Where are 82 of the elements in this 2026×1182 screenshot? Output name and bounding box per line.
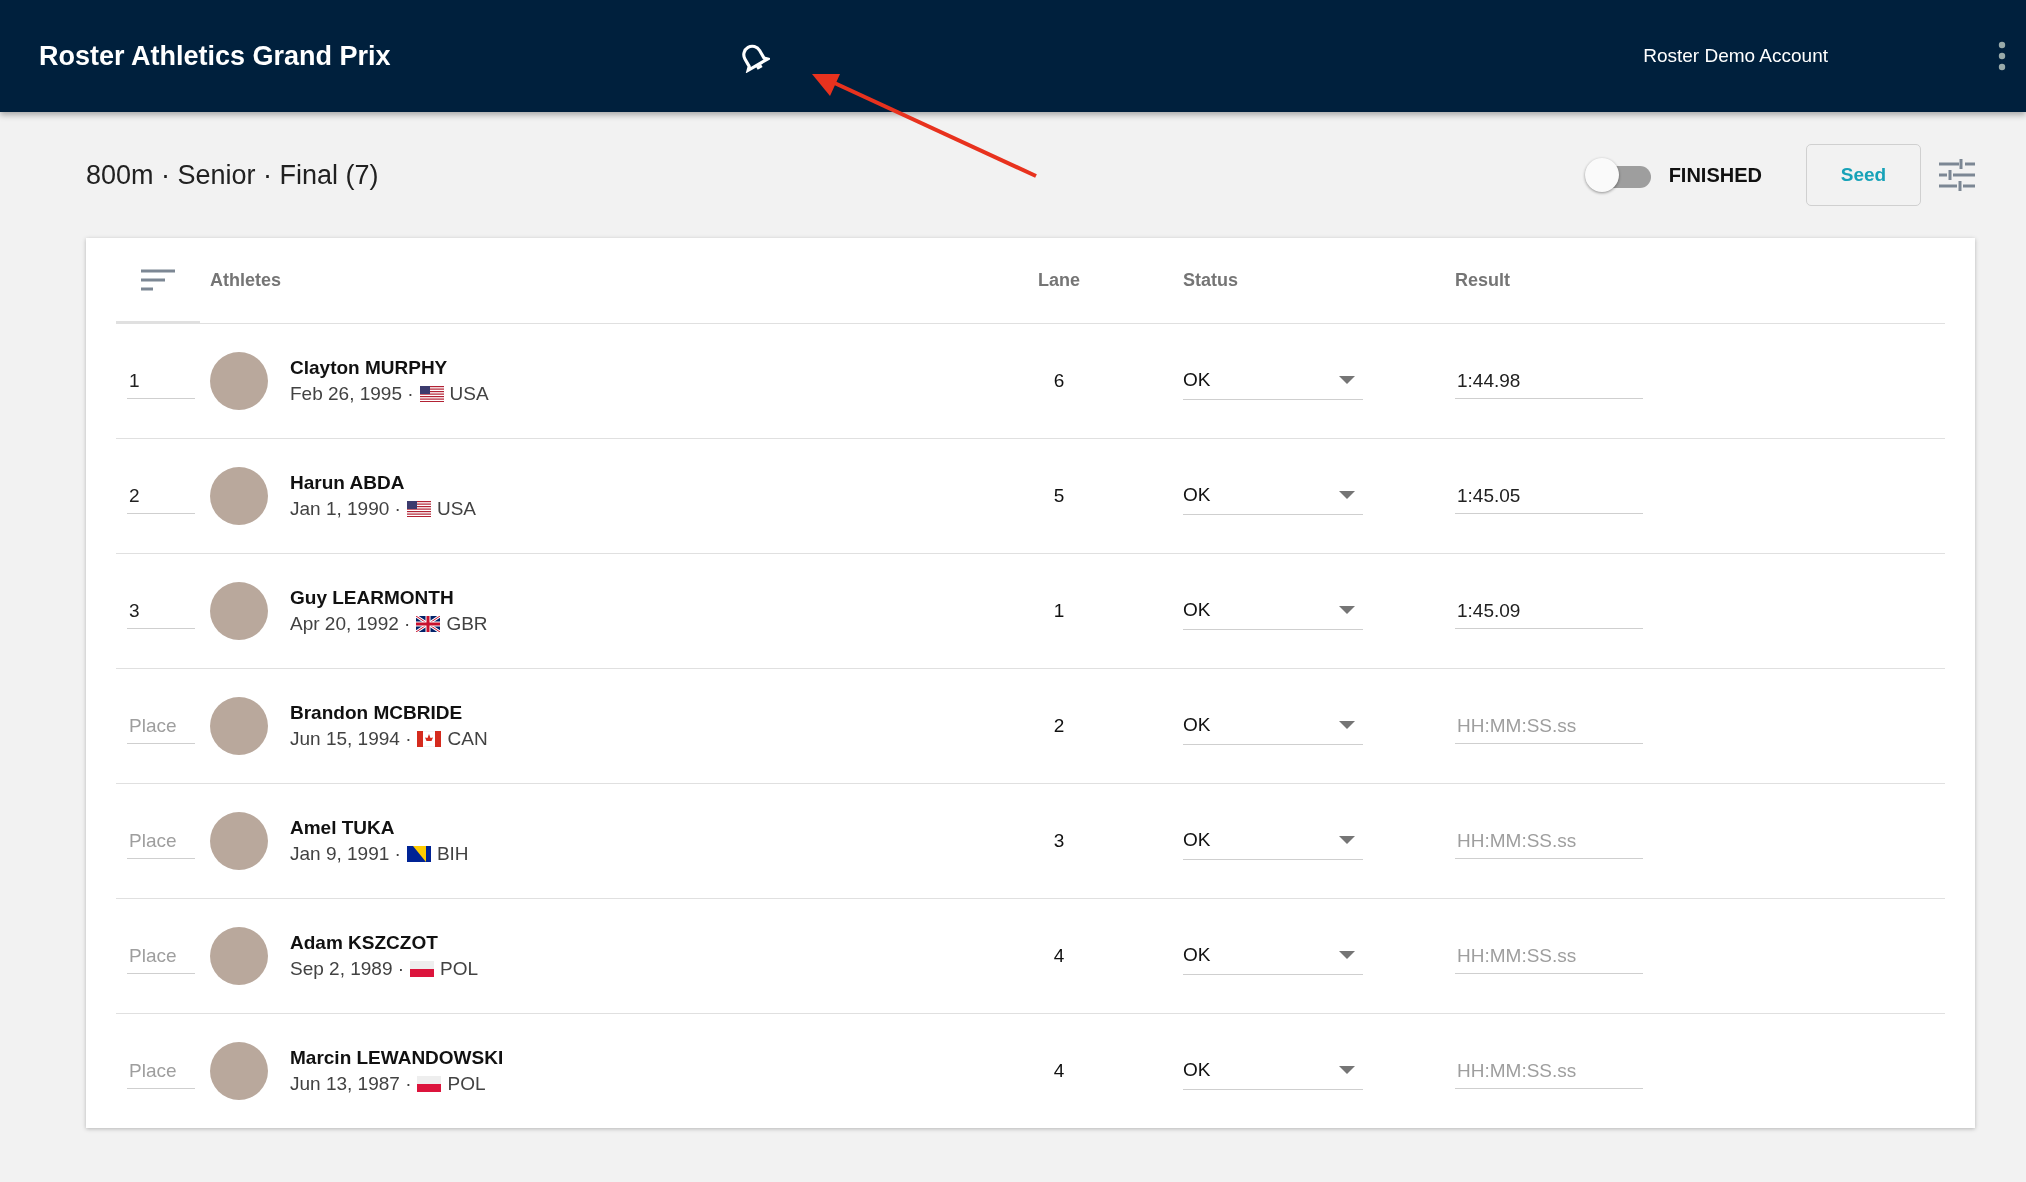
status-select[interactable]: OK: [1183, 477, 1363, 515]
app-title: Roster Athletics Grand Prix: [39, 40, 391, 72]
place-field[interactable]: 1: [127, 363, 195, 399]
avatar: [210, 352, 268, 410]
toggle-label: FINISHED: [1668, 163, 1762, 187]
result-field[interactable]: 1:45.05: [1455, 478, 1643, 514]
country-code: GBR: [446, 613, 488, 635]
place-field[interactable]: Place: [127, 823, 195, 859]
dropdown-caret-icon: [1339, 1065, 1355, 1074]
lane-number: 2: [1053, 715, 1065, 737]
flag-icon: [419, 386, 444, 402]
lane-number: 4: [1053, 945, 1065, 967]
dropdown-caret-icon: [1339, 375, 1355, 384]
athlete-name: Marcin LEWANDOWSKI: [290, 1047, 505, 1069]
status-select[interactable]: OK: [1183, 1052, 1363, 1090]
avatar: [210, 927, 268, 985]
flag-icon: [417, 1076, 442, 1092]
status-select[interactable]: OK: [1183, 707, 1363, 745]
birth-date: Apr 20, 1992 ·: [290, 613, 411, 635]
flag-icon: [416, 616, 441, 632]
dropdown-caret-icon: [1339, 490, 1355, 499]
status-select[interactable]: OK: [1183, 362, 1363, 400]
place-field[interactable]: 2: [127, 478, 195, 514]
birth-date: Sep 2, 1989 ·: [290, 958, 405, 980]
lane-number: 6: [1053, 370, 1065, 392]
avatar: [210, 697, 268, 755]
column-header: Lane: [1038, 270, 1080, 291]
result-field[interactable]: HH:MM:SS.ss: [1455, 938, 1643, 974]
result-field[interactable]: HH:MM:SS.ss: [1455, 708, 1643, 744]
status-select[interactable]: OK: [1183, 822, 1363, 860]
flag-icon: [406, 846, 431, 862]
sort-icon: [141, 268, 175, 291]
lane-number: 3: [1053, 830, 1065, 852]
place-field[interactable]: 3: [127, 593, 195, 629]
country-code: BIH: [436, 843, 469, 865]
athlete-name: Clayton MURPHY: [290, 357, 449, 379]
country-code: USA: [449, 383, 489, 405]
avatar: [210, 582, 268, 640]
event-title: 800m · Senior · Final (7): [86, 159, 379, 191]
lane-number: 5: [1053, 485, 1065, 507]
avatar: [210, 1042, 268, 1100]
result-field[interactable]: 1:44.98: [1455, 363, 1643, 399]
dropdown-caret-icon: [1339, 950, 1355, 959]
country-code: CAN: [447, 728, 488, 750]
dropdown-caret-icon: [1339, 605, 1355, 614]
column-header: Status: [1182, 270, 1238, 291]
flag-icon: [406, 501, 431, 517]
avatar: [210, 812, 268, 870]
place-field[interactable]: Place: [127, 1053, 195, 1089]
account-name[interactable]: Roster Demo Account: [1643, 45, 1828, 67]
country-code: POL: [440, 958, 479, 980]
settings-sliders-icon[interactable]: [1939, 158, 1975, 192]
birth-date: Feb 26, 1995 ·: [290, 383, 414, 405]
lane-number: 4: [1053, 1060, 1065, 1082]
result-field[interactable]: 1:45.09: [1455, 593, 1643, 629]
birth-date: Jan 9, 1991 ·: [290, 843, 401, 865]
athlete-name: Harun ABDA: [290, 472, 406, 494]
result-field[interactable]: HH:MM:SS.ss: [1455, 1053, 1643, 1089]
more-options-icon[interactable]: [1998, 40, 2006, 72]
lane-number: 1: [1053, 600, 1065, 622]
birth-date: Jun 13, 1987 ·: [290, 1073, 412, 1095]
country-code: POL: [447, 1073, 486, 1095]
athlete-name: Guy LEARMONTH: [290, 587, 455, 609]
flag-icon: [410, 961, 435, 977]
dropdown-caret-icon: [1339, 720, 1355, 729]
athlete-name: Amel TUKA: [290, 817, 396, 839]
athlete-name: Adam KSZCZOT: [290, 932, 439, 954]
flag-icon: [417, 731, 442, 747]
status-select[interactable]: OK: [1183, 937, 1363, 975]
column-header: Result: [1455, 270, 1510, 291]
column-header: Athletes: [210, 270, 281, 291]
status-select[interactable]: OK: [1183, 592, 1363, 630]
result-field[interactable]: HH:MM:SS.ss: [1455, 823, 1643, 859]
dropdown-caret-icon: [1339, 835, 1355, 844]
birth-date: Jan 1, 1990 ·: [290, 498, 401, 520]
avatar: [210, 467, 268, 525]
athlete-name: Brandon MCBRIDE: [290, 702, 464, 724]
country-code: USA: [436, 498, 476, 520]
place-field[interactable]: Place: [127, 938, 195, 974]
birth-date: Jun 15, 1994 ·: [290, 728, 412, 750]
place-field[interactable]: Place: [127, 708, 195, 744]
finished-toggle[interactable]: [1584, 158, 1651, 192]
